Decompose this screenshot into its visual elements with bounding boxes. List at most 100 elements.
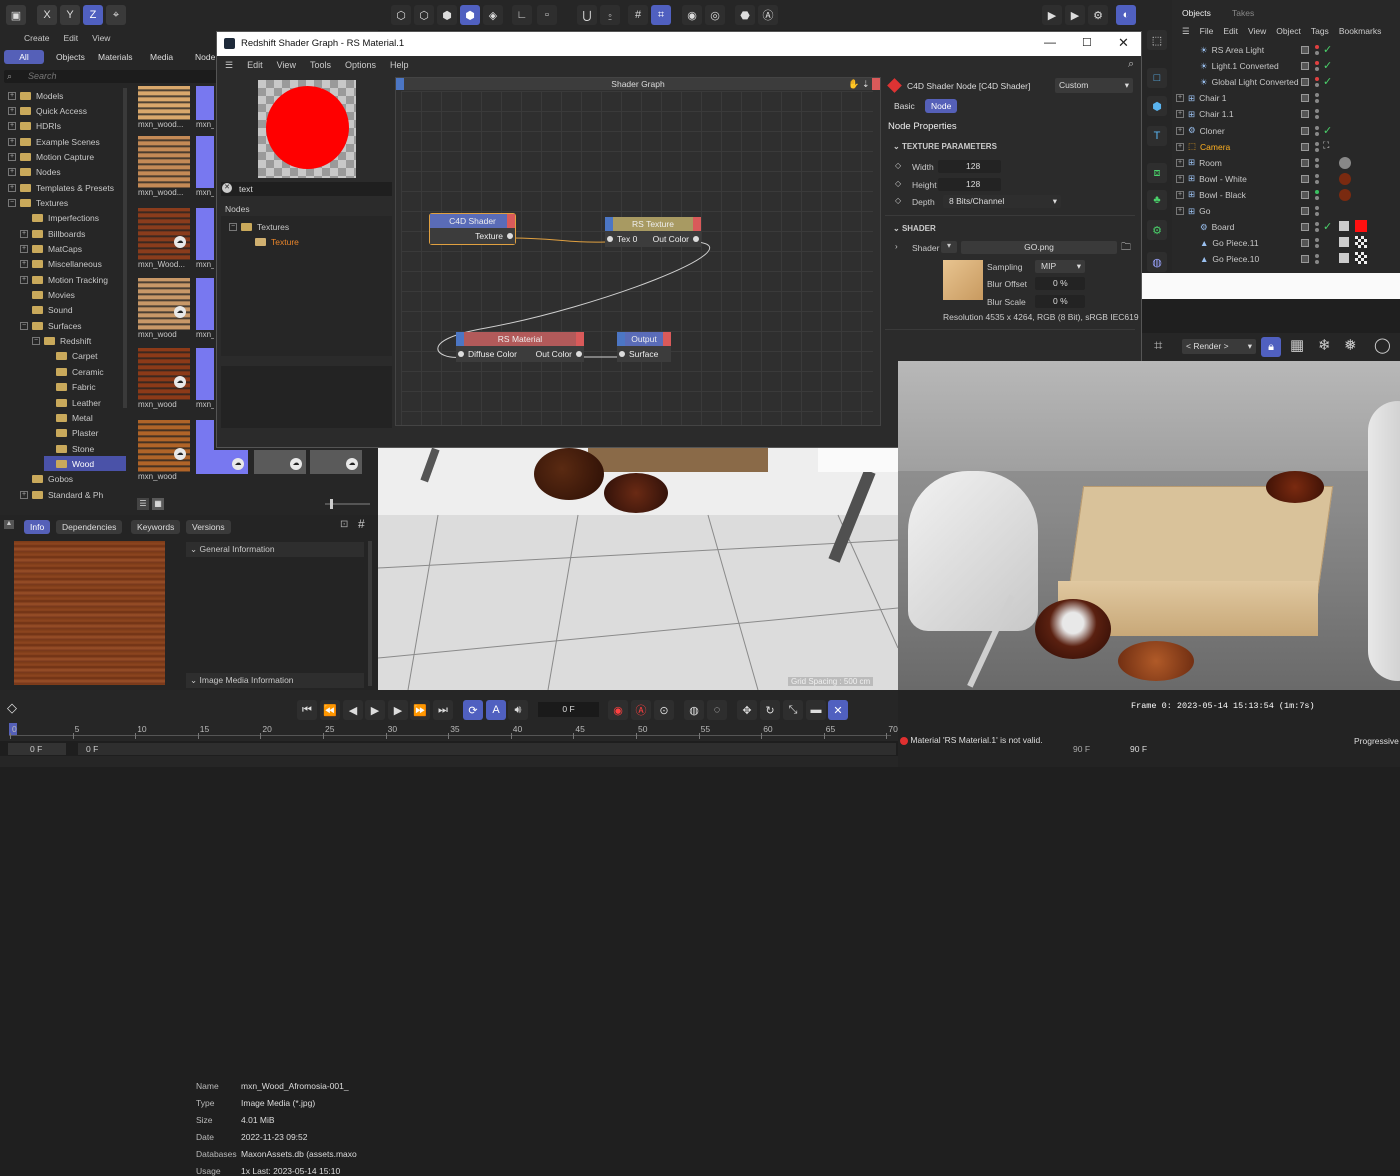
output-port[interactable] <box>576 351 582 357</box>
tree-line[interactable] <box>1188 78 1196 86</box>
render-dot[interactable] <box>1315 206 1319 210</box>
render-dot[interactable] <box>1315 157 1319 162</box>
cloner-icon[interactable]: ♣ <box>1147 190 1167 210</box>
key-position-icon[interactable]: ✥ <box>737 700 757 720</box>
editor-dot[interactable] <box>1315 147 1319 152</box>
range-end-field-2[interactable]: 90 F <box>1130 744 1147 754</box>
axis-mode-icon[interactable]: ∟ <box>512 5 532 25</box>
perspective-viewport[interactable]: Grid Spacing : 500 cm <box>378 448 898 690</box>
check-icon[interactable]: ✓ <box>1323 59 1332 72</box>
tree-line[interactable] <box>1188 46 1196 54</box>
object-row-bowl-white[interactable]: + ⊞ Bowl - White <box>1176 171 1247 187</box>
asset-thumbnail[interactable] <box>196 278 214 330</box>
tab-basic[interactable]: Basic <box>888 99 921 113</box>
editor-dot[interactable] <box>1315 179 1319 184</box>
lock-render-icon[interactable]: 🔒︎ <box>1261 337 1281 357</box>
range-start-field[interactable]: 0 F <box>8 743 66 755</box>
object-row-light-1-converted[interactable]: ☀ Light.1 Converted <box>1188 58 1279 74</box>
cube-model-icon[interactable]: ⬢ <box>460 5 480 25</box>
menu-bookmarks[interactable]: Bookmarks <box>1339 26 1382 37</box>
snowflake-icon[interactable]: ❄ <box>1318 336 1331 354</box>
folder-open-icon[interactable]: 🗀 <box>1121 240 1131 257</box>
visibility-toggle[interactable] <box>1301 223 1309 232</box>
editor-dot[interactable] <box>1315 131 1319 136</box>
output-port[interactable] <box>693 236 699 242</box>
color-tag-icon[interactable] <box>1355 220 1367 233</box>
blur-offset-input[interactable]: 0 % <box>1035 277 1085 290</box>
tab-keywords[interactable]: Keywords <box>131 520 181 534</box>
visibility-toggle[interactable] <box>1301 207 1309 215</box>
sound-icon[interactable]: 🔊︎ <box>508 700 528 720</box>
menu-icon[interactable]: ☰ <box>1182 26 1190 37</box>
autokey-icon[interactable]: ◎ <box>705 5 725 25</box>
tab-info[interactable]: Info <box>24 520 51 534</box>
tab-versions[interactable]: Versions <box>186 520 231 534</box>
keyframe-diamond-icon[interactable]: ◇ <box>895 179 901 188</box>
deformer-icon[interactable]: ◍ <box>1147 252 1167 272</box>
record-key-icon[interactable]: ◉ <box>608 700 628 720</box>
tab-objects[interactable]: Objects <box>1182 8 1211 18</box>
collapse-icon[interactable]: − <box>229 222 237 231</box>
visibility-toggle[interactable] <box>1301 126 1309 135</box>
editor-dot[interactable] <box>1315 212 1319 216</box>
expand-icon[interactable]: + <box>1176 126 1184 135</box>
width-input[interactable]: 128 <box>938 160 1001 173</box>
visibility-toggle[interactable] <box>1301 78 1309 87</box>
next-key-icon[interactable]: ⏩ <box>410 700 430 720</box>
close-icon[interactable]: ✕ <box>1118 35 1129 51</box>
cube-3d-icon[interactable]: ⬢ <box>1147 96 1167 116</box>
visibility-toggle[interactable] <box>1301 158 1309 167</box>
object-row-bowl-black[interactable]: + ⊞ Bowl - Black <box>1176 187 1246 203</box>
snowflake-alt-icon[interactable]: ❅ <box>1344 336 1357 354</box>
effector-icon[interactable]: ⚙ <box>1147 220 1167 240</box>
material-tag-icon[interactable] <box>1339 156 1351 169</box>
cloud-download-icon[interactable]: ☁ <box>232 458 244 470</box>
search-icon[interactable]: ⌕ <box>1128 58 1134 71</box>
cloud-download-icon[interactable]: ☁ <box>290 458 302 470</box>
expand-icon[interactable]: + <box>1176 158 1184 167</box>
asset-thumbnail[interactable] <box>196 348 214 400</box>
tab-takes[interactable]: Takes <box>1232 8 1254 18</box>
cube-texture-icon[interactable]: ◈ <box>483 5 503 25</box>
expand-icon[interactable]: + <box>1176 190 1184 199</box>
tree-line[interactable] <box>1188 255 1196 263</box>
node-output[interactable]: Output Surface <box>617 332 671 362</box>
node-search-input[interactable]: text <box>239 184 253 194</box>
viewport-solo-icon[interactable]: ▫ <box>537 5 557 25</box>
asset-thumbnail[interactable] <box>138 86 190 120</box>
asset-thumbnail[interactable] <box>138 136 190 188</box>
menu-file[interactable]: File <box>1200 26 1214 37</box>
edit-render-settings-icon[interactable]: ⚙ <box>1088 5 1108 25</box>
shader-section-header[interactable]: ⌄ SHADER <box>893 224 936 233</box>
menu-view[interactable]: View <box>1248 26 1266 37</box>
text-icon[interactable]: T <box>1147 126 1167 146</box>
redshift-icon[interactable]: ◐ <box>1116 5 1136 25</box>
menu-edit[interactable]: Edit <box>1223 26 1238 37</box>
general-info-header[interactable]: ⌄ General Information <box>186 542 364 557</box>
key-pla-icon[interactable]: ✕ <box>828 700 848 720</box>
expand-icon[interactable]: + <box>1176 174 1184 183</box>
asset-thumbnail[interactable] <box>196 86 214 120</box>
menu-edit[interactable]: Edit <box>247 60 263 70</box>
tab-dependencies[interactable]: Dependencies <box>56 520 123 534</box>
render-dot[interactable] <box>1315 125 1319 130</box>
subdivision-icon[interactable]: ⧈ <box>1147 163 1167 183</box>
go-to-end-icon[interactable]: ⏭ <box>433 700 453 720</box>
asset-thumbnail[interactable] <box>138 208 190 260</box>
visibility-toggle[interactable] <box>1301 110 1309 119</box>
grid-icon[interactable]: ▦ <box>1290 336 1304 354</box>
node-c4d-shader[interactable]: C4D Shader Texture <box>429 213 516 245</box>
axis-z-button[interactable]: Z <box>83 5 103 25</box>
input-port[interactable] <box>458 351 464 357</box>
render-picture-viewer-icon[interactable]: ▶ <box>1065 5 1085 25</box>
object-row-rs-area-light[interactable]: ☀ RS Area Light <box>1188 42 1264 58</box>
keyframe-icon[interactable]: ◇ <box>7 700 17 716</box>
shader-graph-canvas[interactable]: Shader Graph ✋ ⇣ C4D Shader Texture RS T… <box>395 77 881 426</box>
node-category-textures[interactable]: − Textures <box>229 219 289 234</box>
app-menu-icon[interactable]: ▣ <box>6 5 26 25</box>
visibility-toggle[interactable] <box>1301 255 1309 264</box>
visibility-toggle[interactable] <box>1301 239 1309 248</box>
expand-icon[interactable]: + <box>1176 207 1184 215</box>
depth-dropdown[interactable]: 8 Bits/Channel ▾ <box>943 195 1061 208</box>
autokey-mode-icon[interactable]: A <box>486 700 506 720</box>
